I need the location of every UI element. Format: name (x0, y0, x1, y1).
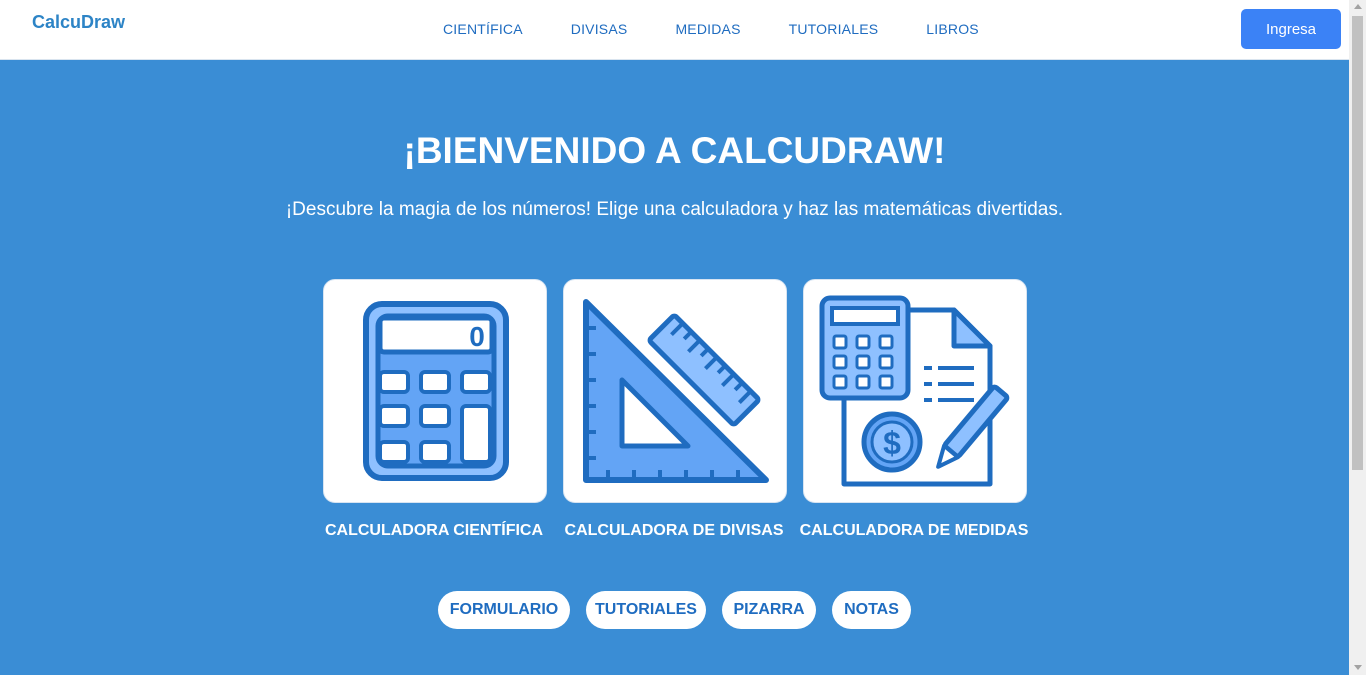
card-label-cientifica[interactable]: CALCULADORA CIENTÍFICA (314, 522, 554, 540)
set-square-ruler-icon (583, 299, 769, 483)
nav-link-libros[interactable]: LIBROS (926, 21, 979, 37)
top-navbar: CalcuDraw CIENTÍFICA DIVISAS MEDIDAS TUT… (0, 0, 1349, 60)
main-nav: CIENTÍFICA DIVISAS MEDIDAS TUTORIALES LI… (443, 21, 979, 37)
svg-text:$: $ (883, 425, 901, 461)
nav-link-medidas[interactable]: MEDIDAS (675, 21, 740, 37)
hero-title: ¡BIENVENIDO A CALCUDRAW! (403, 130, 946, 171)
scroll-up-arrow-icon[interactable] (1354, 4, 1362, 9)
card-label-divisas[interactable]: CALCULADORA DE DIVISAS (554, 522, 794, 540)
calculator-document-icon: $ (819, 295, 1010, 487)
notas-button[interactable]: NOTAS (832, 591, 911, 629)
pizarra-button[interactable]: PIZARRA (722, 591, 816, 629)
nav-link-tutoriales[interactable]: TUTORIALES (789, 21, 879, 37)
page-scrollbar[interactable] (1349, 0, 1366, 675)
scroll-thumb[interactable] (1352, 16, 1363, 470)
calculator-icon: 0 (363, 301, 509, 481)
scroll-down-arrow-icon[interactable] (1354, 665, 1362, 670)
nav-link-cientifica[interactable]: CIENTÍFICA (443, 21, 523, 37)
card-calculadora-divisas[interactable] (563, 279, 787, 503)
tutoriales-button[interactable]: TUTORIALES (586, 591, 706, 629)
brand-logo[interactable]: CalcuDraw (32, 12, 125, 33)
login-button[interactable]: Ingresa (1241, 9, 1341, 49)
card-calculadora-medidas[interactable]: $ (803, 279, 1027, 503)
card-label-medidas[interactable]: CALCULADORA DE MEDIDAS (794, 522, 1034, 540)
formulario-button[interactable]: FORMULARIO (438, 591, 570, 629)
hero-subtitle: ¡Descubre la magia de los números! Elige… (285, 199, 1064, 220)
card-calculadora-cientifica[interactable]: 0 (323, 279, 547, 503)
nav-link-divisas[interactable]: DIVISAS (571, 21, 628, 37)
svg-text:0: 0 (469, 321, 485, 352)
